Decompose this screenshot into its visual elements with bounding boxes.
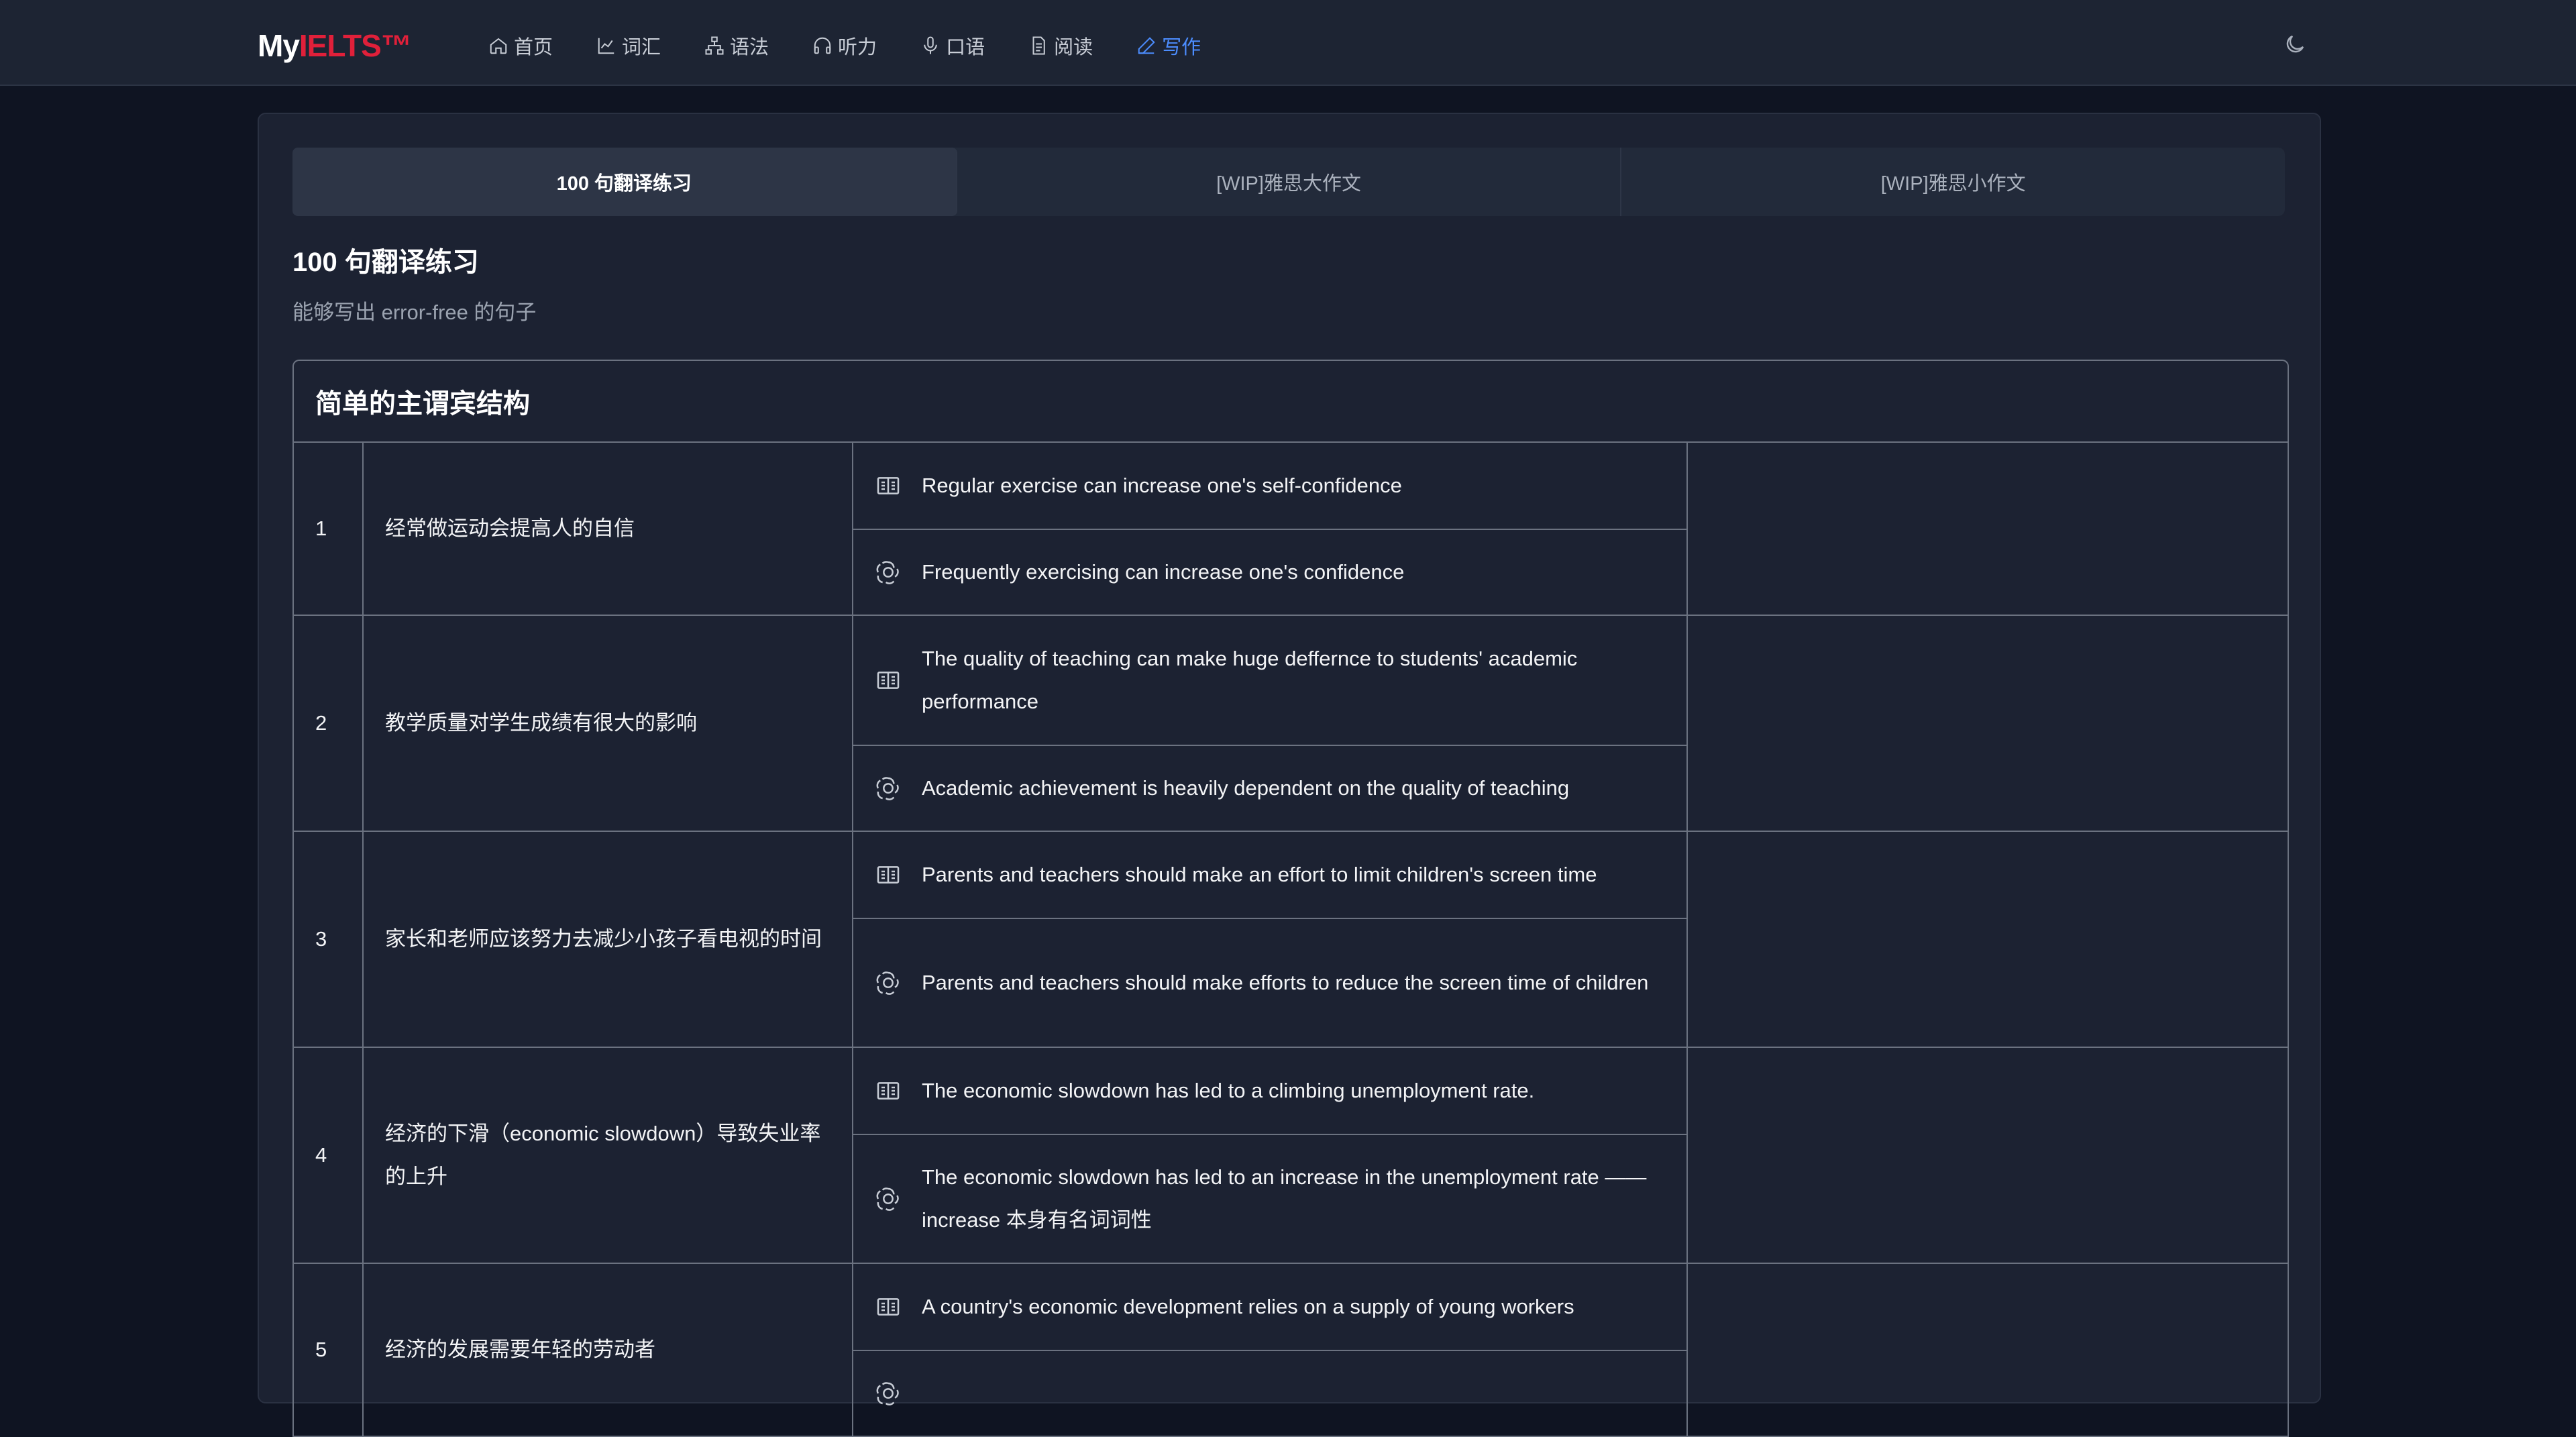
row-number: 2 (294, 616, 364, 831)
brand-my: My (258, 28, 300, 63)
sitemap-icon (705, 36, 724, 55)
notes-cell (1688, 616, 2288, 831)
openai-icon (876, 1187, 899, 1211)
headphones-icon (814, 37, 831, 54)
tab-task-2-essay[interactable]: [WIP]雅思大作文 (957, 148, 1622, 216)
ai-answer (853, 1350, 1686, 1436)
answer-text: A country's economic development relies … (922, 1295, 1574, 1318)
notes-cell (1688, 1048, 2288, 1263)
answer-text: Parents and teachers should make efforts… (922, 971, 1649, 994)
book-icon (877, 1298, 900, 1316)
ai-answer: Academic achievement is heavily dependen… (853, 745, 1686, 831)
tab-translation-practice[interactable]: 100 句翻译练习 (292, 148, 957, 216)
section-subtitle: 能够写出 error-free 的句子 (292, 301, 537, 324)
writing-tabs: 100 句翻译练习 [WIP]雅思大作文 [WIP]雅思小作文 (292, 148, 2285, 216)
document-icon (1032, 36, 1045, 55)
chinese-sentence: 经济的发展需要年轻的劳动者 (364, 1264, 853, 1436)
home-icon (490, 38, 507, 54)
answer-text: The economic slowdown has led to an incr… (922, 1165, 1647, 1232)
answers-cell: Regular exercise can increase one's self… (853, 443, 1688, 615)
nav-item-label: 词汇 (622, 37, 661, 58)
table-row: 3 家长和老师应该努力去减少小孩子看电视的时间 Parents and teac… (294, 832, 2288, 1048)
answer-text: The economic slowdown has led to a climb… (922, 1079, 1535, 1102)
book-icon (877, 866, 900, 884)
ai-answer: The economic slowdown has led to an incr… (853, 1134, 1686, 1263)
ai-answer: Parents and teachers should make efforts… (853, 918, 1686, 1047)
openai-icon (876, 1382, 899, 1405)
answer-text: Frequently exercising can increase one's… (922, 560, 1405, 584)
nav-item-label: 听力 (838, 37, 877, 58)
book-icon (877, 1082, 900, 1100)
nav-item-label: 首页 (514, 37, 553, 58)
my-answer: Parents and teachers should make an effo… (853, 832, 1686, 918)
row-number: 5 (294, 1264, 364, 1436)
row-number: 1 (294, 443, 364, 615)
brand-logo[interactable]: MyIELTS™ (258, 25, 412, 66)
top-navbar: MyIELTS™ 首页 词汇 语法 听力 口语 阅读 写作 (0, 0, 2576, 86)
book-icon (877, 477, 900, 494)
moon-icon[interactable] (2283, 32, 2307, 56)
chinese-sentence: 家长和老师应该努力去减少小孩子看电视的时间 (364, 832, 853, 1047)
my-answer: The economic slowdown has led to a climb… (853, 1048, 1686, 1134)
answer-text: The quality of teaching can make huge de… (922, 647, 1578, 713)
nav-item-label: 阅读 (1054, 37, 1093, 58)
chinese-sentence: 经常做运动会提高人的自信 (364, 443, 853, 615)
answer-text: Regular exercise can increase one's self… (922, 474, 1402, 497)
row-number: 3 (294, 832, 364, 1047)
table-heading: 简单的主谓宾结构 (294, 361, 2288, 443)
microphone-icon (924, 36, 937, 54)
answers-cell: Parents and teachers should make an effo… (853, 832, 1688, 1047)
main-nav: 首页 词汇 语法 听力 口语 阅读 写作 (488, 25, 1244, 66)
my-answer: A country's economic development relies … (853, 1264, 1686, 1350)
nav-item-grammar[interactable]: 语法 (704, 25, 769, 66)
my-answer: Regular exercise can increase one's self… (853, 443, 1686, 529)
nav-item-reading[interactable]: 阅读 (1028, 25, 1093, 66)
answer-text: Academic achievement is heavily dependen… (922, 776, 1570, 800)
notes-cell (1688, 832, 2288, 1047)
nav-item-vocabulary[interactable]: 词汇 (596, 25, 661, 66)
translation-table: 简单的主谓宾结构 1 经常做运动会提高人的自信 Regular exercise… (292, 360, 2289, 1437)
nav-item-home[interactable]: 首页 (488, 25, 553, 66)
nav-item-label: 口语 (946, 37, 985, 58)
row-number: 4 (294, 1048, 364, 1263)
chart-icon (598, 38, 614, 54)
writing-card: 100 句翻译练习 [WIP]雅思大作文 [WIP]雅思小作文 100 句翻译练… (258, 113, 2321, 1437)
my-answer: The quality of teaching can make huge de… (853, 616, 1686, 745)
pen-icon (1138, 37, 1155, 54)
notes-cell (1688, 1264, 2288, 1436)
chinese-sentence: 经济的下滑（economic slowdown）导致失业率的上升 (364, 1048, 853, 1263)
answers-cell: A country's economic development relies … (853, 1264, 1688, 1436)
book-icon (877, 672, 900, 689)
openai-icon (876, 561, 899, 584)
openai-icon (876, 971, 899, 995)
tab-task-1-essay[interactable]: [WIP]雅思小作文 (1621, 148, 2285, 216)
nav-item-label: 写作 (1162, 37, 1201, 58)
section-title: 100 句翻译练习 (292, 248, 479, 277)
notes-cell (1688, 443, 2288, 615)
chinese-sentence: 教学质量对学生成绩有很大的影响 (364, 616, 853, 831)
brand-ielts: IELTS™ (299, 28, 412, 63)
ai-answer: Frequently exercising can increase one's… (853, 529, 1686, 615)
answer-text: Parents and teachers should make an effo… (922, 863, 1597, 886)
answers-cell: The quality of teaching can make huge de… (853, 616, 1688, 831)
openai-icon (876, 777, 899, 800)
table-row: 5 经济的发展需要年轻的劳动者 A country's economic dev… (294, 1264, 2288, 1437)
table-row: 2 教学质量对学生成绩有很大的影响 The quality of teachin… (294, 616, 2288, 832)
table-row: 1 经常做运动会提高人的自信 Regular exercise can incr… (294, 443, 2288, 616)
nav-item-writing[interactable]: 写作 (1136, 25, 1201, 66)
nav-item-label: 语法 (730, 37, 769, 58)
table-row: 4 经济的下滑（economic slowdown）导致失业率的上升 The e… (294, 1048, 2288, 1264)
answers-cell: The economic slowdown has led to a climb… (853, 1048, 1688, 1263)
nav-item-speaking[interactable]: 口语 (920, 25, 985, 66)
nav-item-listening[interactable]: 听力 (812, 25, 877, 66)
